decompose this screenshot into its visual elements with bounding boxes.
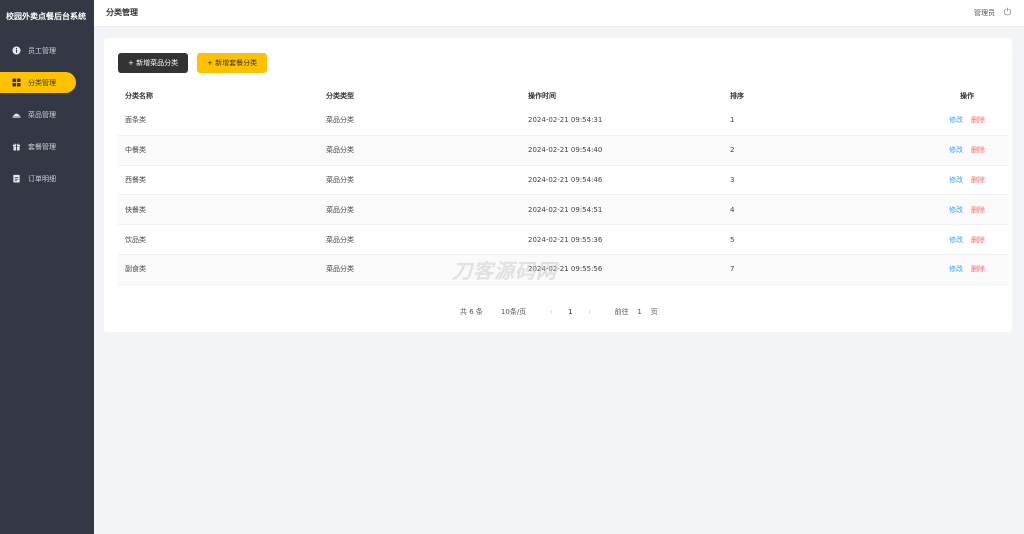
cell-sort: 3: [730, 175, 735, 184]
cell-sort: 7: [730, 265, 735, 274]
add-dish-category-button[interactable]: + 新增菜品分类: [118, 53, 189, 73]
pagination: 共 6 条 10条/页 ‹ 1 › 前往 1 页: [460, 307, 658, 317]
cell-name: 面条类: [125, 116, 146, 125]
cell-time: 2024-02-21 09:54:51: [528, 205, 603, 214]
sidebar-item-orders[interactable]: 订单明细: [0, 168, 76, 189]
cell-type: 菜品分类: [326, 235, 354, 244]
column-header-name: 分类名称: [125, 92, 153, 100]
table-header: 分类名称 分类类型 操作时间 排序 操作: [118, 86, 1008, 106]
sidebar: 校园外卖点餐后台系统 员工管理 分类管理 菜品管理 套餐管理 订单明细: [0, 0, 94, 534]
column-header-actions: 操作: [960, 92, 974, 100]
goto-page-input[interactable]: 1: [633, 308, 647, 316]
power-icon[interactable]: [1003, 7, 1012, 16]
sidebar-item-employee[interactable]: 员工管理: [0, 40, 76, 61]
table-row: 快餐类 菜品分类 2024-02-21 09:54:51 4 修改 删除: [118, 195, 1008, 226]
next-page-button[interactable]: ›: [585, 308, 595, 316]
cell-type: 菜品分类: [326, 175, 354, 184]
cell-time: 2024-02-21 09:54:31: [528, 116, 603, 125]
goto-label-prefix: 前往: [614, 308, 629, 316]
cell-actions: 修改 删除: [923, 235, 1008, 245]
sidebar-item-label: 分类管理: [28, 78, 56, 87]
grid-icon: [12, 78, 21, 87]
info-circle-icon: [12, 46, 21, 55]
column-header-sort: 排序: [730, 92, 744, 100]
pagination-total: 共 6 条: [460, 308, 483, 316]
cell-type: 菜品分类: [326, 146, 354, 155]
cell-name: 副食类: [125, 265, 146, 274]
page-size-select[interactable]: 10条/页: [501, 307, 526, 317]
cell-time: 2024-02-21 09:54:46: [528, 175, 603, 184]
sidebar-item-dish[interactable]: 菜品管理: [0, 104, 76, 125]
cell-actions: 修改 删除: [923, 264, 1008, 274]
sidebar-item-label: 套餐管理: [28, 142, 56, 151]
sidebar-item-label: 菜品管理: [28, 110, 56, 119]
cell-actions: 修改 删除: [923, 175, 1008, 185]
category-card: + 新增菜品分类 + 新增套餐分类 分类名称 分类类型 操作时间 排序 操作 面…: [104, 38, 1012, 332]
table-row: 面条类 菜品分类 2024-02-21 09:54:31 1 修改 删除: [118, 106, 1008, 136]
current-user[interactable]: 管理员: [974, 8, 995, 18]
table-row: 饮品类 菜品分类 2024-02-21 09:55:36 5 修改 删除: [118, 225, 1008, 255]
edit-button[interactable]: 修改: [949, 205, 963, 215]
cell-time: 2024-02-21 09:54:40: [528, 146, 603, 155]
column-header-type: 分类类型: [326, 92, 354, 100]
edit-button[interactable]: 修改: [949, 145, 963, 155]
sidebar-menu: 员工管理 分类管理 菜品管理 套餐管理 订单明细: [0, 40, 94, 189]
cell-name: 西餐类: [125, 175, 146, 184]
cell-actions: 修改 删除: [923, 115, 1008, 125]
watermark: 刀客源码网: [452, 259, 557, 283]
delete-button[interactable]: 删除: [971, 264, 985, 274]
delete-button[interactable]: 删除: [971, 175, 985, 185]
sidebar-item-category[interactable]: 分类管理: [0, 72, 76, 93]
table-row: 副食类 菜品分类 2024-02-21 09:55:56 7 修改 删除: [118, 254, 1008, 285]
cell-actions: 修改 删除: [923, 205, 1008, 215]
cell-sort: 5: [730, 235, 735, 244]
cell-name: 快餐类: [125, 205, 146, 214]
sidebar-item-label: 订单明细: [28, 174, 56, 183]
column-header-time: 操作时间: [528, 92, 556, 100]
delete-button[interactable]: 删除: [971, 205, 985, 215]
delete-button[interactable]: 删除: [971, 145, 985, 155]
add-setmeal-category-button[interactable]: + 新增套餐分类: [197, 53, 268, 73]
cell-sort: 2: [730, 146, 735, 155]
page-number-current[interactable]: 1: [568, 308, 572, 316]
sidebar-item-setmeal[interactable]: 套餐管理: [0, 136, 76, 157]
cell-type: 菜品分类: [326, 205, 354, 214]
dish-icon: [12, 110, 21, 119]
edit-button[interactable]: 修改: [949, 115, 963, 125]
goto-label-suffix: 页: [650, 308, 658, 316]
edit-button[interactable]: 修改: [949, 175, 963, 185]
cell-time: 2024-02-21 09:55:36: [528, 235, 603, 244]
delete-button[interactable]: 删除: [971, 235, 985, 245]
cell-sort: 1: [730, 116, 735, 125]
clipboard-icon: [12, 174, 21, 183]
cell-name: 中餐类: [125, 146, 146, 155]
edit-button[interactable]: 修改: [949, 264, 963, 274]
delete-button[interactable]: 删除: [971, 115, 985, 125]
cell-name: 饮品类: [125, 235, 146, 244]
table-row: 中餐类 菜品分类 2024-02-21 09:54:40 2 修改 删除: [118, 135, 1008, 166]
app-title: 校园外卖点餐后台系统: [6, 12, 86, 21]
page-title: 分类管理: [106, 8, 138, 17]
cell-sort: 4: [730, 205, 735, 214]
prev-page-button[interactable]: ‹: [546, 308, 556, 316]
cell-type: 菜品分类: [326, 116, 354, 125]
cell-actions: 修改 删除: [923, 145, 1008, 155]
category-table: 分类名称 分类类型 操作时间 排序 操作 面条类 菜品分类 2024-02-21…: [118, 86, 1008, 285]
top-header: 分类管理 管理员: [94, 0, 1024, 27]
gift-icon: [12, 142, 21, 151]
table-row: 西餐类 菜品分类 2024-02-21 09:54:46 3 修改 删除: [118, 166, 1008, 196]
sidebar-item-label: 员工管理: [28, 46, 56, 55]
edit-button[interactable]: 修改: [949, 235, 963, 245]
